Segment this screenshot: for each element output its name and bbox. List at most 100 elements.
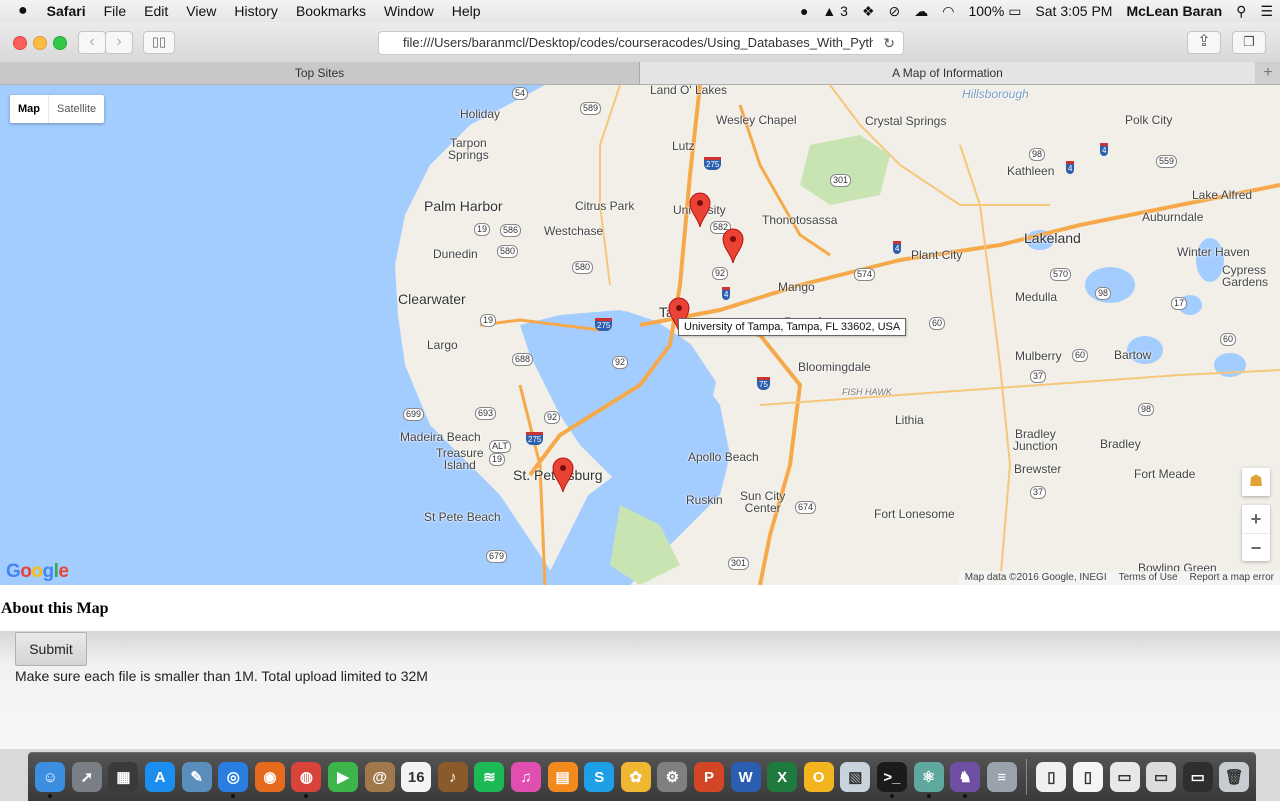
adobe-status-icon[interactable]: ▲ 3 <box>815 0 855 22</box>
map-type-map-button[interactable]: Map <box>10 95 48 123</box>
label-land-o-lakes: Land O' Lakes <box>650 85 728 97</box>
system-preferences-icon[interactable]: ⚙ <box>657 762 688 792</box>
firefox-icon[interactable]: ◉ <box>254 762 285 792</box>
facetime-icon[interactable]: ▶ <box>328 762 359 792</box>
label-treasure-island: Treasure Island <box>436 446 484 472</box>
map-marker-pin[interactable] <box>552 457 574 493</box>
tab-top-sites[interactable]: Top Sites <box>0 62 640 84</box>
menu-view[interactable]: View <box>177 0 225 22</box>
map-marker-pin[interactable] <box>722 228 744 264</box>
zoom-out-button[interactable]: − <box>1242 533 1270 562</box>
label-largo: Largo <box>427 338 458 352</box>
preview-2-icon[interactable]: ▧ <box>840 762 871 792</box>
label-tarpon-springs: Tarpon Springs <box>448 136 489 162</box>
excel-icon[interactable]: X <box>767 762 798 792</box>
document-2-icon[interactable]: ▯ <box>1072 762 1103 792</box>
battery-status[interactable]: 100% ▭ <box>961 0 1028 22</box>
outlook-icon[interactable]: O <box>803 762 834 792</box>
back-button[interactable]: ‹ <box>78 31 106 54</box>
preview-icon[interactable]: ✎ <box>181 762 212 792</box>
status-app-icon[interactable]: ● <box>793 0 815 22</box>
menu-history[interactable]: History <box>225 0 287 22</box>
creative-cloud-icon[interactable]: ☁ <box>907 0 935 22</box>
zoom-window-button[interactable] <box>53 36 67 50</box>
safari-window: ‹ › ▯▯ file:///Users/baranmcl/Desktop/co… <box>0 22 1280 749</box>
tab-map-of-information[interactable]: A Map of Information <box>640 62 1255 84</box>
share-icon[interactable]: ⇪ <box>1187 31 1221 54</box>
dock: ☺ ➚ ▦ A ✎ ◎ ◉ ◍ ▶ @16 ♪ ≋ ♫ ▤ S ✿ ⚙ P W X O ▧ >_ ⚛ ♞ ≡ ▯ ▯ ▭ ▭ ▭ 🗑 <box>28 752 1256 801</box>
label-lithia: Lithia <box>895 413 924 427</box>
spotify-icon[interactable]: ≋ <box>474 762 505 792</box>
label-madeira-beach: Madeira Beach <box>400 430 481 444</box>
reload-icon[interactable]: ↻ <box>883 32 895 54</box>
powerpoint-icon[interactable]: P <box>693 762 724 792</box>
calendar-icon[interactable]: 16 <box>401 762 432 792</box>
skype-icon[interactable]: S <box>584 762 615 792</box>
menu-file[interactable]: File <box>95 0 136 22</box>
notification-center-icon[interactable]: ☰ <box>1253 0 1280 22</box>
ibooks-icon[interactable]: ▤ <box>547 762 578 792</box>
photos-icon[interactable]: ✿ <box>620 762 651 792</box>
label-medulla: Medulla <box>1015 290 1058 304</box>
google-map[interactable]: Land O' Lakes Hillsborough Holiday Wesle… <box>0 85 1280 585</box>
chrome-icon[interactable]: ◍ <box>291 762 322 798</box>
road-shield: 693 <box>475 407 497 420</box>
finder-icon[interactable]: ☺ <box>35 762 66 798</box>
show-all-tabs-icon[interactable]: ❐ <box>1232 31 1266 54</box>
app-store-icon[interactable]: A <box>145 762 176 792</box>
menu-window[interactable]: Window <box>375 0 443 22</box>
label-bradley-junction: Bradley Junction <box>1013 427 1058 453</box>
user-name[interactable]: McLean Baran <box>1119 0 1229 22</box>
menu-help[interactable]: Help <box>443 0 490 22</box>
menu-edit[interactable]: Edit <box>135 0 177 22</box>
label-fort-lonesome: Fort Lonesome <box>874 507 955 521</box>
sidebar-toggle-icon[interactable]: ▯▯ <box>143 31 175 54</box>
interstate-shield: 4 <box>722 287 731 300</box>
street-view-pegman-icon[interactable]: ☗ <box>1242 468 1270 496</box>
dropbox-icon[interactable]: ❖ <box>855 0 882 22</box>
screenshot-2-icon[interactable]: ▭ <box>1146 762 1177 792</box>
launchpad-icon[interactable]: ➚ <box>71 762 102 792</box>
forward-button[interactable]: › <box>105 31 133 54</box>
new-tab-icon[interactable]: + <box>1256 62 1280 84</box>
road-shield: ALT <box>489 440 511 453</box>
apple-menu-icon[interactable]: ● <box>0 0 38 22</box>
close-window-button[interactable] <box>13 36 27 50</box>
map-marker-pin[interactable] <box>689 192 711 228</box>
trash-icon[interactable]: 🗑 <box>1219 762 1250 792</box>
github-icon[interactable]: ♞ <box>950 762 981 798</box>
minimize-window-button[interactable] <box>33 36 47 50</box>
page-overlay-shadow <box>0 631 1280 749</box>
contacts-icon[interactable]: @ <box>364 762 395 792</box>
sync-icon[interactable]: ⊘ <box>882 0 908 22</box>
spotlight-search-icon[interactable]: ⚲ <box>1229 0 1253 22</box>
screenshot-1-icon[interactable]: ▭ <box>1109 762 1140 792</box>
garageband-icon[interactable]: ♪ <box>437 762 468 792</box>
road-shield: 19 <box>489 453 506 466</box>
app-menu-safari[interactable]: Safari <box>38 0 95 22</box>
terminal-icon[interactable]: >_ <box>876 762 907 798</box>
clock[interactable]: Sat 3:05 PM <box>1028 0 1119 22</box>
submit-button[interactable]: Submit <box>15 632 87 666</box>
zoom-in-button[interactable]: + <box>1242 505 1270 533</box>
road-shield: 688 <box>512 353 534 366</box>
mission-control-icon[interactable]: ▦ <box>108 762 139 792</box>
word-icon[interactable]: W <box>730 762 761 792</box>
address-bar[interactable]: file:///Users/baranmcl/Desktop/codes/cou… <box>378 31 904 55</box>
report-map-error-link[interactable]: Report a map error <box>1190 571 1274 585</box>
google-logo[interactable]: Google <box>6 561 69 583</box>
atom-icon[interactable]: ⚛ <box>913 762 944 798</box>
itunes-icon[interactable]: ♫ <box>511 762 542 792</box>
map-type-satellite-button[interactable]: Satellite <box>48 95 104 123</box>
road-shield: 60 <box>929 317 946 330</box>
menu-bookmarks[interactable]: Bookmarks <box>287 0 375 22</box>
road-shield: 570 <box>1050 268 1072 281</box>
screenshot-3-icon[interactable]: ▭ <box>1182 762 1213 792</box>
wifi-icon[interactable]: ◠ <box>935 0 961 22</box>
safari-icon[interactable]: ◎ <box>218 762 249 798</box>
document-1-icon[interactable]: ▯ <box>1036 762 1067 792</box>
label-palm-harbor: Palm Harbor <box>424 198 503 214</box>
database-icon[interactable]: ≡ <box>986 762 1017 792</box>
label-ruskin: Ruskin <box>686 493 723 507</box>
terms-of-use-link[interactable]: Terms of Use <box>1119 571 1178 585</box>
